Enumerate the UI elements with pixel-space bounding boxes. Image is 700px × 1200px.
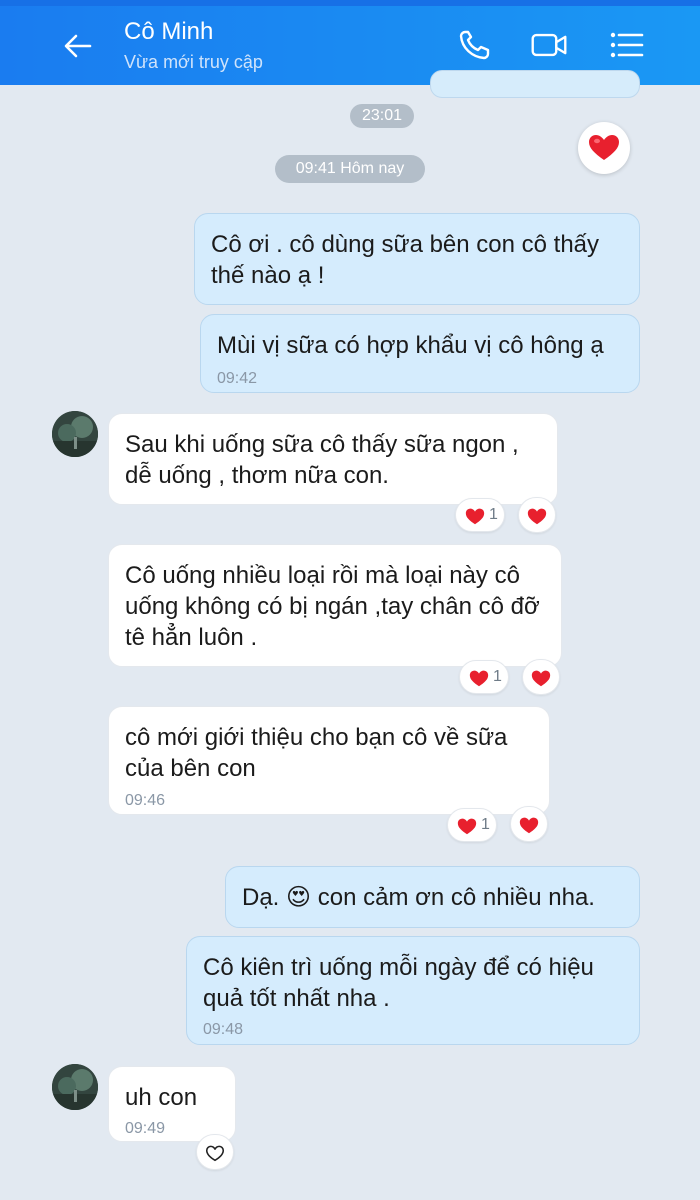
message-text: Cô kiên trì uống mỗi ngày để có hiệu quả… [203, 954, 594, 1012]
heart-icon [457, 818, 477, 835]
contact-name[interactable]: Cô Minh [124, 18, 213, 46]
message-text: Cô uống nhiều loại rồi mà loại này cô uố… [125, 562, 540, 651]
add-reaction-button[interactable] [518, 497, 556, 533]
menu-list-icon[interactable] [608, 28, 646, 62]
heart-icon [589, 135, 619, 160]
heart-icon [519, 817, 539, 834]
reaction-count: 1 [493, 668, 502, 685]
message-time: 09:42 [217, 370, 258, 387]
message-bubble-sent[interactable]: Mùi vị sữa có hợp khẩu vị cô hông ạ 09:4… [200, 314, 640, 393]
reaction-badge[interactable]: 1 [447, 808, 497, 842]
message-time: 09:49 [125, 1120, 166, 1137]
previous-message-bubble [430, 70, 640, 98]
video-call-icon[interactable] [530, 28, 568, 62]
message-text: Sau khi uống sữa cô thấy sữa ngon , dễ u… [125, 431, 519, 489]
message-text-part: Dạ. [242, 884, 280, 911]
status-bar-strip [0, 0, 700, 6]
avatar-image [52, 1064, 98, 1110]
reaction-badge[interactable]: 1 [455, 498, 505, 532]
avatar-image [52, 411, 98, 457]
heart-icon [469, 670, 489, 687]
message-text: cô mới giới thiệu cho bạn cô về sữa của … [125, 724, 508, 782]
message-bubble-received[interactable]: Sau khi uống sữa cô thấy sữa ngon , dễ u… [108, 413, 558, 505]
back-arrow-icon[interactable] [60, 28, 96, 64]
message-text: Cô ơi . cô dùng sữa bên con cô thấy thế … [211, 231, 600, 289]
message-text: uh con [125, 1084, 198, 1111]
message-time: 09:46 [125, 792, 166, 809]
message-text: Mùi vị sữa có hợp khẩu vị cô hông ạ [217, 332, 604, 359]
heart-icon [527, 508, 547, 525]
reaction-count: 1 [481, 816, 490, 833]
message-bubble-sent[interactable]: Cô kiên trì uống mỗi ngày để có hiệu quả… [186, 936, 640, 1045]
message-bubble-sent[interactable]: Cô ơi . cô dùng sữa bên con cô thấy thế … [194, 213, 640, 305]
heart-icon [465, 508, 485, 525]
reaction-badge[interactable]: 1 [459, 660, 509, 694]
time-divider-today: 09:41 Hôm nay [275, 155, 425, 183]
contact-status: Vừa mới truy cập [124, 52, 263, 72]
heart-eyes-emoji-icon: 😍 [286, 883, 312, 911]
reaction-count: 1 [489, 506, 498, 523]
message-text: Dạ. 😍 con cảm ơn cô nhiều nha. [242, 882, 625, 913]
heart-outline-icon [205, 1145, 225, 1162]
add-reaction-button[interactable] [510, 806, 548, 842]
message-bubble-received[interactable]: uh con 09:49 [108, 1066, 236, 1142]
message-bubble-received[interactable]: cô mới giới thiệu cho bạn cô về sữa của … [108, 706, 550, 815]
message-text-part: con cảm ơn cô nhiều nha. [317, 884, 595, 911]
add-reaction-button[interactable] [196, 1134, 234, 1170]
add-reaction-button[interactable] [522, 659, 560, 695]
message-time: 09:48 [203, 1021, 244, 1038]
time-divider: 23:01 [350, 104, 414, 128]
message-bubble-sent[interactable]: Dạ. 😍 con cảm ơn cô nhiều nha. [225, 866, 640, 928]
message-bubble-received[interactable]: Cô uống nhiều loại rồi mà loại này cô uố… [108, 544, 562, 667]
heart-icon [531, 670, 551, 687]
like-reaction-button[interactable] [578, 122, 630, 174]
avatar[interactable] [52, 1064, 98, 1110]
avatar[interactable] [52, 411, 98, 457]
phone-icon[interactable] [456, 28, 494, 62]
